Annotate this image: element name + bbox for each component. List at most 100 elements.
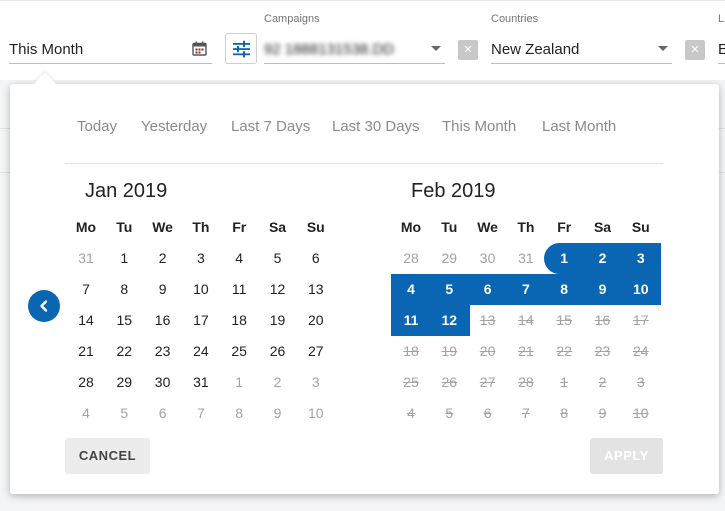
calendar-day-disabled: 4 — [407, 405, 415, 421]
calendar-day[interactable]: 7 — [182, 398, 220, 429]
calendar-day-disabled: 5 — [445, 405, 454, 421]
calendar-day[interactable]: 7 — [67, 274, 105, 305]
calendar-day-disabled: 14 — [518, 312, 534, 328]
calendar-day[interactable]: 2 — [144, 243, 182, 274]
calendar-day[interactable]: 1 — [220, 367, 258, 398]
third-filter-select[interactable]: L E — [718, 13, 725, 64]
calendar-day-disabled: 19 — [441, 343, 458, 359]
calendar-day[interactable]: 24 — [182, 336, 220, 367]
calendar-day-disabled: 15 — [556, 312, 572, 328]
calendar-day[interactable]: 12 — [259, 274, 297, 305]
previous-month-button[interactable] — [28, 290, 60, 322]
calendar-day[interactable]: 28 — [392, 243, 430, 274]
calendar-day[interactable]: 8 — [220, 398, 258, 429]
preset-today[interactable]: Today — [77, 118, 117, 135]
calendar-day-selected[interactable]: 9 — [584, 274, 622, 305]
calendar-day[interactable]: 8 — [105, 274, 143, 305]
calendar-day[interactable]: 1 — [105, 243, 143, 274]
countries-value: New Zealand — [491, 41, 580, 58]
calendar-day-selected[interactable]: 7 — [507, 274, 545, 305]
weekday-header: Tu — [116, 219, 133, 235]
calendar-day[interactable]: 21 — [67, 336, 105, 367]
calendar-icon[interactable] — [192, 41, 207, 56]
calendar-day[interactable]: 20 — [297, 305, 335, 336]
calendar-day[interactable]: 28 — [67, 367, 105, 398]
preset-this-month[interactable]: This Month — [442, 118, 516, 135]
calendar-day[interactable]: 14 — [67, 305, 105, 336]
calendar-day[interactable]: 17 — [182, 305, 220, 336]
calendar-day[interactable]: 27 — [297, 336, 335, 367]
calendar-day[interactable]: 30 — [144, 367, 182, 398]
campaigns-label: Campaigns — [264, 13, 320, 25]
calendar-day-disabled: 1 — [560, 374, 569, 390]
calendar-day-disabled: 7 — [521, 405, 530, 421]
calendar-day-selected[interactable]: 10 — [622, 274, 660, 305]
calendar-day[interactable]: 31 — [182, 367, 220, 398]
campaigns-clear-button[interactable]: × — [458, 40, 478, 60]
calendar-day[interactable]: 5 — [259, 243, 297, 274]
preset-ranges: Today Yesterday Last 7 Days Last 30 Days… — [10, 118, 719, 138]
calendar-day[interactable]: 9 — [144, 274, 182, 305]
calendar-day[interactable]: 11 — [220, 274, 258, 305]
weekday-header: Th — [192, 219, 210, 235]
calendar-day[interactable]: 16 — [144, 305, 182, 336]
calendar-day[interactable]: 29 — [430, 243, 468, 274]
countries-clear-button[interactable]: × — [685, 40, 705, 60]
calendar-day[interactable]: 22 — [105, 336, 143, 367]
cancel-button[interactable]: CANCEL — [65, 438, 150, 474]
calendar-day[interactable]: 18 — [220, 305, 258, 336]
calendar-day[interactable]: 4 — [220, 243, 258, 274]
calendar-day[interactable]: 29 — [105, 367, 143, 398]
calendar-day-selected[interactable]: 5 — [430, 274, 468, 305]
preset-yesterday[interactable]: Yesterday — [141, 118, 207, 135]
chevron-left-icon — [37, 299, 51, 313]
calendar-day[interactable]: 4 — [67, 398, 105, 429]
calendar-day[interactable]: 26 — [259, 336, 297, 367]
calendar-day-selected[interactable]: 1 — [545, 243, 583, 274]
calendar-day-disabled: 13 — [479, 312, 496, 328]
calendar-day[interactable]: 13 — [297, 274, 335, 305]
preset-last-month[interactable]: Last Month — [542, 118, 616, 135]
calendar-day[interactable]: 23 — [144, 336, 182, 367]
weekday-header: Fr — [557, 219, 572, 235]
calendar-day-selected[interactable]: 4 — [392, 274, 430, 305]
calendar-day[interactable]: 6 — [297, 243, 335, 274]
calendar-day[interactable]: 31 — [507, 243, 545, 274]
calendar-day[interactable]: 3 — [297, 367, 335, 398]
apply-button[interactable]: APPLY — [590, 438, 663, 474]
calendar-day[interactable]: 5 — [105, 398, 143, 429]
calendar-day[interactable]: 25 — [220, 336, 258, 367]
calendar-day[interactable]: 10 — [297, 398, 335, 429]
calendar-day-selected[interactable]: 12 — [430, 305, 468, 336]
close-icon: × — [690, 41, 700, 58]
countries-select[interactable]: Countries New Zealand — [491, 13, 672, 64]
close-icon: × — [463, 41, 473, 58]
calendar-day-selected[interactable]: 2 — [584, 243, 622, 274]
filter-settings-button[interactable] — [225, 33, 257, 64]
calendar-day-selected[interactable]: 11 — [392, 305, 430, 336]
calendar-day[interactable]: 30 — [469, 243, 507, 274]
calendar-day[interactable]: 15 — [105, 305, 143, 336]
calendar-day[interactable]: 6 — [144, 398, 182, 429]
calendar-day[interactable]: 31 — [67, 243, 105, 274]
weekday-header: Mo — [400, 219, 422, 235]
calendar-day[interactable]: 19 — [259, 305, 297, 336]
calendar-day-disabled: 27 — [479, 374, 496, 390]
preset-last-30-days[interactable]: Last 30 Days — [332, 118, 420, 135]
weekday-header: Th — [517, 219, 535, 235]
calendar-day-disabled: 21 — [518, 343, 534, 359]
calendar-day[interactable]: 9 — [259, 398, 297, 429]
weekday-header: Su — [631, 219, 650, 235]
calendar-day-selected[interactable]: 8 — [545, 274, 583, 305]
preset-last-7-days[interactable]: Last 7 Days — [231, 118, 310, 135]
calendar-day-selected[interactable]: 6 — [469, 274, 507, 305]
calendar-day[interactable]: 2 — [259, 367, 297, 398]
calendar-day-disabled: 16 — [594, 312, 611, 328]
calendar-day-disabled: 22 — [556, 343, 572, 359]
calendar-day[interactable]: 3 — [182, 243, 220, 274]
calendar-day[interactable]: 10 — [182, 274, 220, 305]
campaigns-select[interactable]: Campaigns 92 1888131538.DD — [264, 13, 445, 64]
date-range-field[interactable]: This Month — [9, 33, 212, 64]
calendar-day-selected[interactable]: 3 — [622, 243, 660, 274]
calendar-left-title: Jan 2019 — [85, 180, 168, 202]
